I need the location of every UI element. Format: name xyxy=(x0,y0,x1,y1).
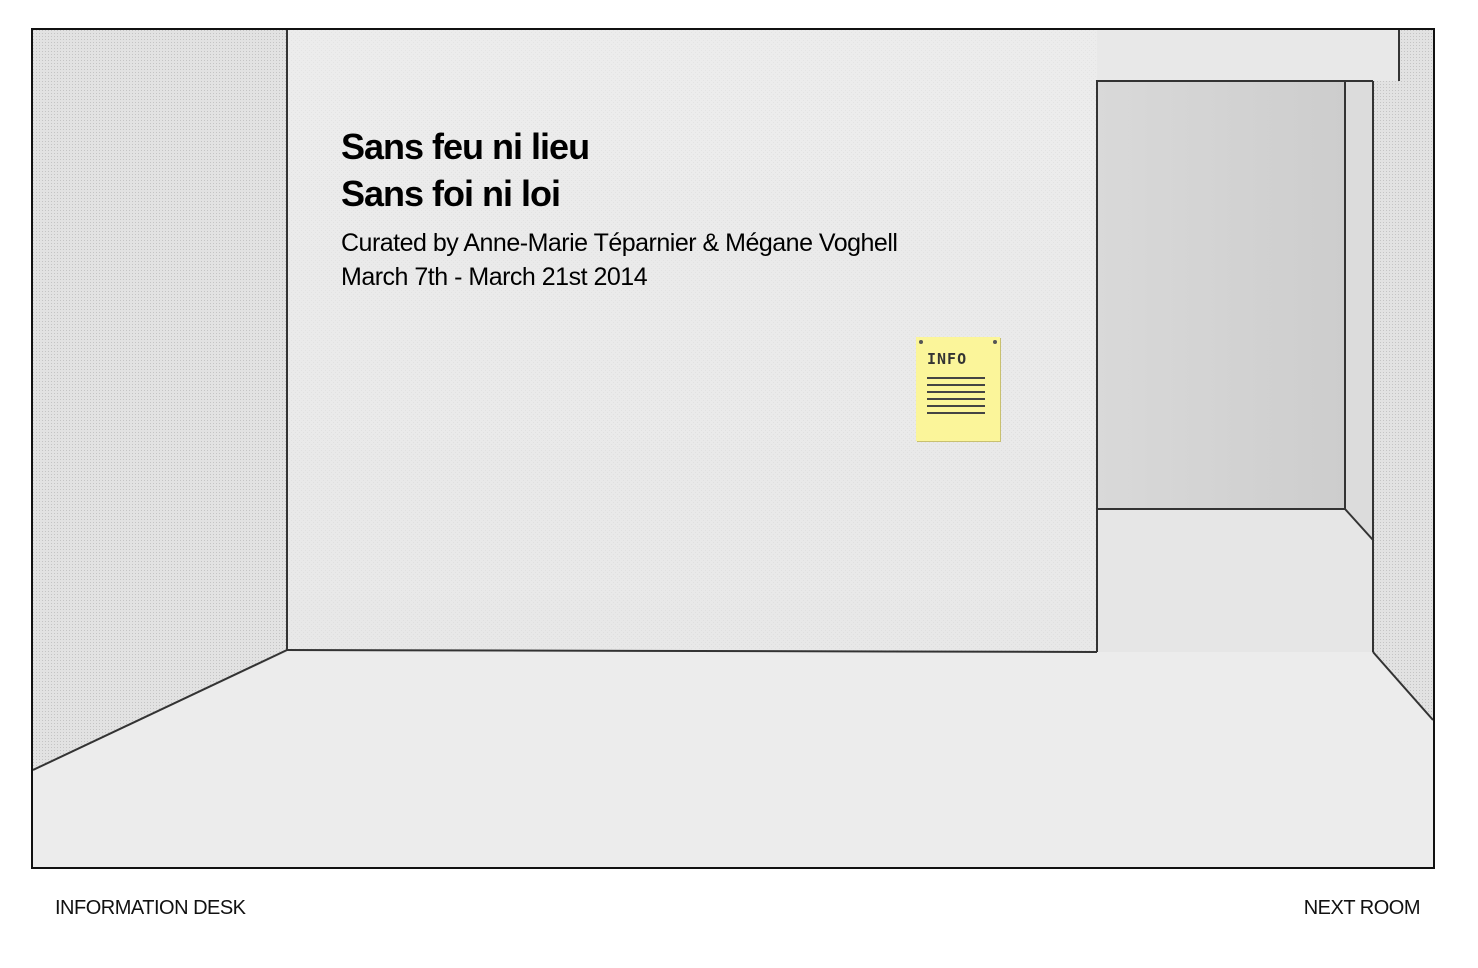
info-note-button[interactable]: INFO xyxy=(916,337,1000,441)
next-room-link[interactable]: NEXT ROOM xyxy=(1304,897,1421,920)
exhibition-dates: March 7th - March 21st 2014 xyxy=(341,263,648,291)
floor-shadow xyxy=(33,652,1433,867)
information-desk-link[interactable]: INFORMATION DESK xyxy=(55,897,246,920)
left-wall xyxy=(33,30,287,770)
doorway-floor xyxy=(1097,509,1373,652)
exhibition-title-line-2: Sans foi ni loi xyxy=(341,173,561,214)
text-lines-icon xyxy=(927,377,985,419)
ceiling-ledge xyxy=(1097,30,1399,81)
pin-icon xyxy=(919,340,923,344)
gallery-room-scene xyxy=(33,30,1433,867)
pin-icon xyxy=(993,340,997,344)
right-wall xyxy=(1373,30,1433,720)
gallery-viewport: Sans feu ni lieu Sans foi ni loi Curated… xyxy=(31,28,1435,869)
exhibition-title-line-1: Sans feu ni lieu xyxy=(341,126,590,167)
doorway-side xyxy=(1345,81,1373,540)
doorway-recess xyxy=(1097,81,1345,509)
info-note-label: INFO xyxy=(927,350,968,368)
exhibition-curators: Curated by Anne-Marie Téparnier & Mégane… xyxy=(341,229,898,257)
